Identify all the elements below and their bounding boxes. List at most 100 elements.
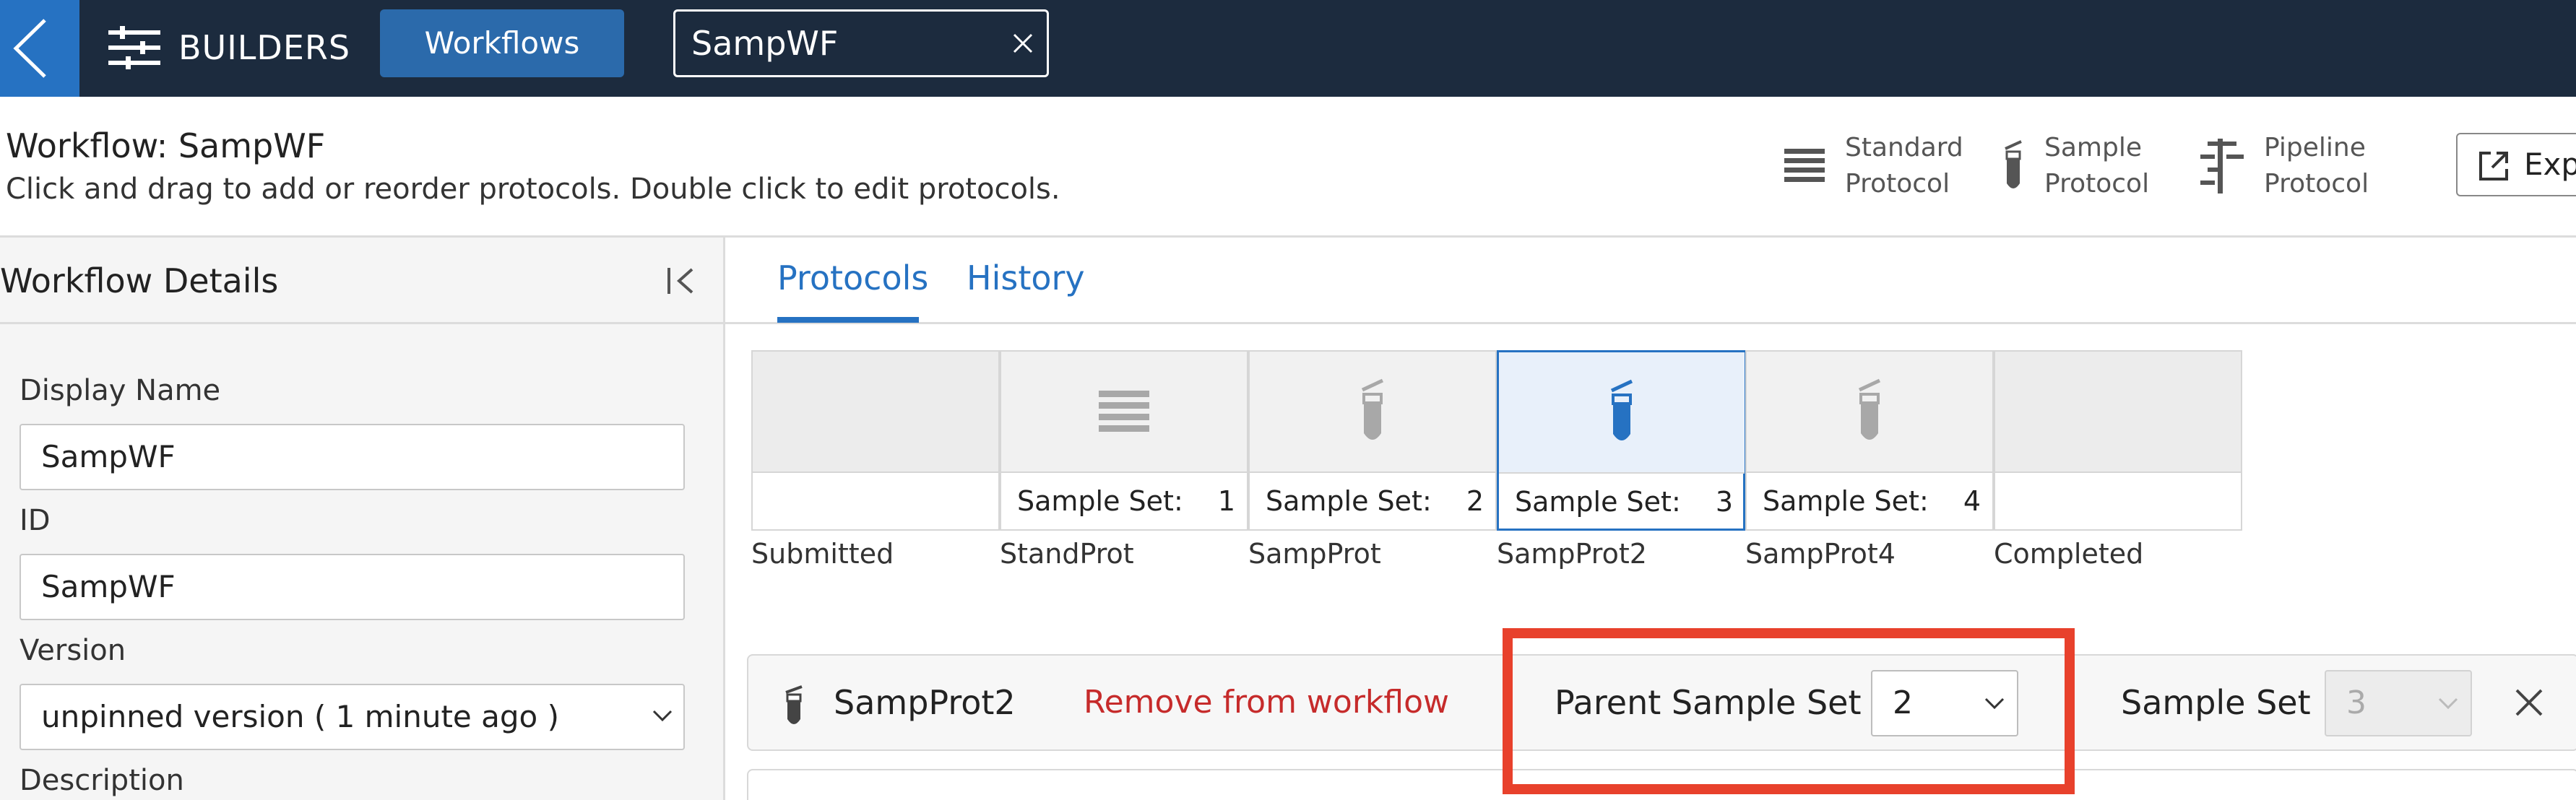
pipeline-icon [2200, 139, 2244, 194]
workflow-step-sampprot2[interactable]: Sample Set: 3 [1497, 350, 1745, 531]
version-select[interactable]: unpinned version ( 1 minute ago ) [20, 684, 685, 750]
sample-set-label: Sample Set [2121, 683, 2311, 722]
list-icon [1099, 391, 1149, 432]
test-tube-icon [785, 685, 803, 724]
back-button[interactable] [0, 0, 79, 97]
legend-pipeline-protocol: Pipeline Protocol [2200, 130, 2369, 202]
workflow-step-sampprot4[interactable]: Sample Set: 4 [1745, 350, 1994, 531]
id-value: SampWF [41, 569, 176, 604]
sliders-icon [108, 26, 160, 69]
step-count: Sample Set: 3 [1499, 472, 1745, 530]
page-title: Workflow: SampWF [6, 126, 326, 165]
step-name: SampProt [1248, 538, 1381, 570]
collapse-panel-icon[interactable] [666, 266, 696, 295]
test-tube-icon [1858, 378, 1881, 440]
page-subtitle: Click and drag to add or reorder protoco… [6, 173, 1060, 206]
legend-sample-line1: Sample [2044, 133, 2142, 162]
step-icon-area [1001, 352, 1247, 471]
step-name: SampProt2 [1497, 538, 1647, 570]
sidebar-title: Workflow Details [0, 261, 279, 300]
step-icon-area [753, 352, 998, 471]
legend-pipeline-line1: Pipeline [2264, 133, 2366, 162]
legend-pipeline-line2: Protocol [2264, 169, 2369, 199]
legend-standard-line2: Protocol [1845, 169, 1950, 199]
step-count-label: Sample Set: [1763, 485, 1929, 517]
parent-sample-set-select[interactable]: 2 [1871, 670, 2018, 736]
protocol-detail-bar: SampProt2 Remove from workflow Parent Sa… [747, 654, 2576, 751]
tab-history[interactable]: History [967, 256, 1085, 300]
version-value: unpinned version ( 1 minute ago ) [41, 699, 559, 734]
step-count [753, 471, 998, 529]
version-label: Version [20, 634, 126, 667]
step-count-label: Sample Set: [1266, 485, 1432, 517]
step-icon-area [1250, 352, 1495, 471]
legend-standard-protocol: Standard Protocol [1784, 130, 1963, 202]
step-count: Sample Set: 1 [1001, 471, 1247, 529]
step-icon-area [1499, 352, 1745, 472]
step-cell: Sample Set: 3 [1497, 350, 1745, 531]
step-icon-area [1995, 352, 2241, 471]
step-count-label: Sample Set: [1515, 486, 1681, 518]
external-link-icon [2479, 152, 2508, 181]
step-count-value: 4 [1963, 485, 1981, 517]
protocol-config-panel [747, 769, 2576, 800]
step-cell: Sample Set: 2 [1248, 350, 1497, 531]
step-count-value: 2 [1466, 485, 1484, 517]
main-panel: Protocols History Submitted Sample Set: … [725, 238, 2576, 800]
sidebar-header: Workflow Details [0, 238, 723, 324]
builders-label[interactable]: BUILDERS [178, 26, 350, 69]
id-label: ID [20, 504, 51, 537]
workflow-step-standprot[interactable]: Sample Set: 1 [1000, 350, 1248, 531]
workflow-step-completed[interactable] [1994, 350, 2242, 531]
step-name: Submitted [751, 538, 894, 570]
legend-standard-line1: Standard [1845, 133, 1963, 162]
display-name-field[interactable]: SampWF [20, 424, 685, 490]
step-count: Sample Set: 2 [1250, 471, 1495, 529]
step-count-label: Sample Set: [1017, 485, 1183, 517]
protocol-name: SampProt2 [834, 683, 1016, 722]
legend-sample-protocol: Sample Protocol [2002, 130, 2149, 202]
step-name: Completed [1994, 538, 2144, 570]
step-cell [1994, 350, 2242, 531]
chevron-down-icon [2438, 697, 2458, 710]
workflow-details-panel: Workflow Details Display Name SampWF ID … [0, 238, 725, 800]
parent-sample-set-value: 2 [1893, 684, 1913, 721]
test-tube-icon [1361, 378, 1384, 440]
workflow-step-sampprot[interactable]: Sample Set: 2 [1248, 350, 1497, 531]
display-name-label: Display Name [20, 374, 221, 407]
search-input[interactable]: SampWF [673, 9, 1049, 77]
display-name-value: SampWF [41, 439, 176, 474]
top-bar: BUILDERS Workflows SampWF [0, 0, 2576, 97]
step-count-value: 3 [1715, 486, 1733, 518]
tab-protocols[interactable]: Protocols [777, 256, 928, 300]
step-cell: Sample Set: 1 [1000, 350, 1248, 531]
sample-set-select: 3 [2325, 670, 2472, 736]
step-icon-area [1747, 352, 1992, 471]
chevron-down-icon [652, 710, 673, 722]
chevron-down-icon [1984, 697, 2005, 710]
close-icon[interactable] [2514, 687, 2544, 718]
tab-bar: Protocols History [725, 238, 2576, 324]
parent-sample-set-label: Parent Sample Set [1555, 683, 1862, 722]
test-tube-icon [1610, 379, 1633, 440]
remove-from-workflow-link[interactable]: Remove from workflow [1084, 656, 1449, 749]
step-count: Sample Set: 4 [1747, 471, 1992, 529]
step-count-value: 1 [1217, 485, 1235, 517]
description-label: Description [20, 764, 184, 797]
export-label: Exp [2524, 147, 2576, 182]
workflows-button[interactable]: Workflows [380, 9, 624, 77]
chevron-left-icon [13, 19, 46, 78]
sample-set-value: 3 [2346, 684, 2367, 721]
step-cell: Sample Set: 4 [1745, 350, 1994, 531]
list-icon [1784, 149, 1825, 182]
close-icon[interactable] [1012, 32, 1034, 54]
step-name: SampProt4 [1745, 538, 1896, 570]
id-field[interactable]: SampWF [20, 554, 685, 620]
active-tab-indicator [777, 317, 919, 323]
test-tube-icon [2005, 140, 2022, 188]
export-button[interactable]: Exp [2456, 133, 2576, 196]
step-cell [751, 350, 1000, 531]
step-name: StandProt [1000, 538, 1134, 570]
legend-sample-line2: Protocol [2044, 169, 2150, 199]
workflow-step-submitted[interactable] [751, 350, 1000, 531]
